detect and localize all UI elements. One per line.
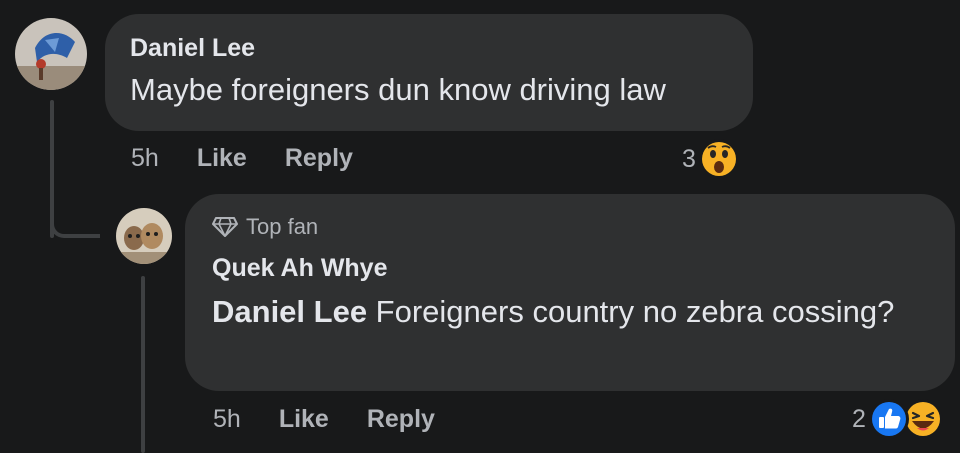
reply-button[interactable]: Reply	[367, 405, 435, 434]
comment-timestamp[interactable]: 5h	[131, 144, 159, 173]
comment-author[interactable]: Daniel Lee	[130, 34, 255, 63]
reply-body: Foreigners country no zebra cossing?	[367, 294, 895, 329]
thread-connector	[50, 200, 100, 238]
wow-icon	[698, 138, 740, 180]
comment-text: Maybe foreigners dun know driving law	[130, 72, 666, 107]
reply-button[interactable]: Reply	[285, 144, 353, 173]
reply-text: Daniel Lee Foreigners country no zebra c…	[212, 288, 912, 335]
reply-author[interactable]: Quek Ah Whye	[212, 254, 388, 283]
reaction-count: 3	[682, 144, 696, 173]
reaction-count: 2	[852, 404, 866, 433]
thread-line-reply	[141, 276, 145, 453]
badge-label: Top fan	[246, 214, 319, 239]
comments-thread: Daniel Lee Maybe foreigners dun know dri…	[0, 0, 960, 453]
reactions-summary[interactable]: 3	[682, 138, 740, 180]
avatar[interactable]	[15, 18, 87, 90]
diamond-icon	[212, 217, 238, 237]
reply-timestamp[interactable]: 5h	[213, 405, 241, 434]
reply-actions: 5h Like Reply	[213, 405, 435, 434]
reply-avatar[interactable]	[116, 208, 172, 264]
reply-reactions-summary[interactable]: 2	[852, 398, 944, 440]
top-fan-badge: Top fan	[212, 214, 318, 240]
like-icon	[868, 398, 910, 440]
like-button[interactable]: Like	[279, 405, 329, 434]
like-button[interactable]: Like	[197, 144, 247, 173]
mention-link[interactable]: Daniel Lee	[212, 294, 367, 329]
comment-actions: 5h Like Reply	[131, 144, 353, 173]
